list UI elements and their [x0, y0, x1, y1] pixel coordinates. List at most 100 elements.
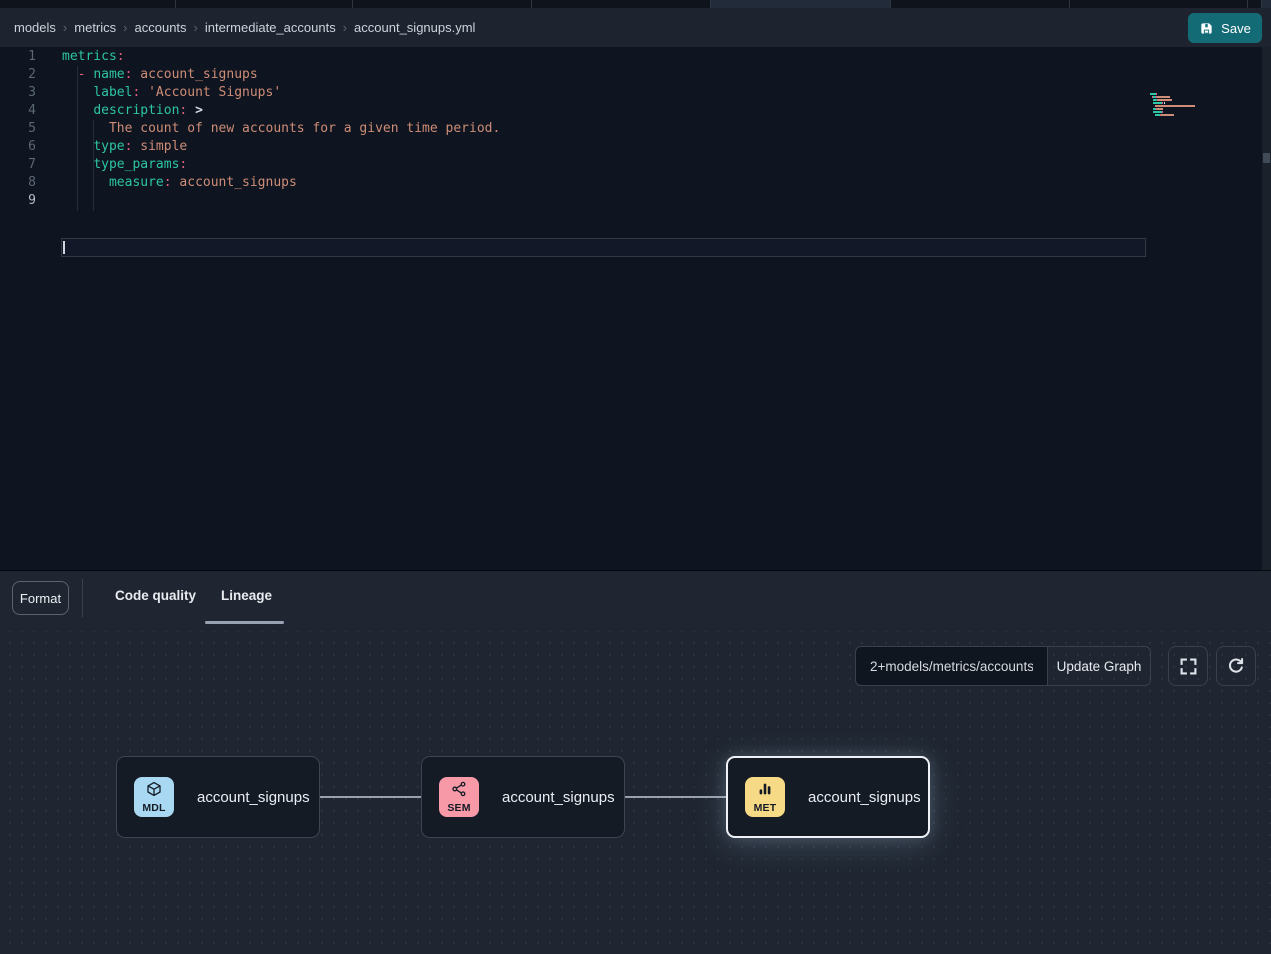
line-number: 5: [0, 120, 36, 138]
editor-tab[interactable]: [1070, 0, 1248, 8]
breadcrumb-item[interactable]: models: [14, 20, 56, 35]
minimap-token: [1157, 96, 1170, 98]
editor-tab[interactable]: [353, 0, 532, 8]
line-number: 6: [0, 138, 36, 156]
code-text: The count of new accounts for a given ti…: [62, 120, 500, 138]
lineage-node-sem[interactable]: SEM account_signups: [421, 756, 625, 838]
editor-tab-active[interactable]: [711, 0, 891, 8]
breadcrumb-item[interactable]: metrics: [74, 20, 116, 35]
share-icon: [451, 781, 467, 802]
lineage-edge: [625, 796, 727, 798]
format-button[interactable]: Format: [12, 581, 69, 615]
minimap-token: [1158, 99, 1172, 101]
line-number: 7: [0, 156, 36, 174]
line-number: 2: [0, 66, 36, 84]
code-text: description: >: [62, 102, 203, 120]
lineage-node-mdl[interactable]: MDL account_signups: [116, 756, 320, 838]
code-text: type_params:: [62, 156, 187, 174]
code-line[interactable]: 2 - name: account_signups: [0, 66, 1262, 84]
node-label: account_signups: [197, 789, 310, 806]
save-button[interactable]: Save: [1188, 13, 1262, 43]
minimap-token: [1153, 111, 1162, 113]
editor-tab[interactable]: [1248, 0, 1262, 8]
line-number: 4: [0, 102, 36, 120]
editor-tab[interactable]: [532, 0, 711, 8]
code-text: label: 'Account Signups': [62, 84, 281, 102]
active-tab-underline: [205, 621, 284, 624]
minimap-token: [1153, 102, 1162, 104]
node-badge-sem: SEM: [439, 777, 479, 817]
code-line[interactable]: 1 metrics:: [0, 48, 1262, 66]
line-number: 9: [0, 192, 36, 210]
code-text: measure: account_signups: [62, 174, 297, 192]
code-editor[interactable]: 1metrics:2 - name: account_signups3 labe…: [0, 47, 1262, 570]
node-badge-mdl: MDL: [134, 777, 174, 817]
breadcrumb: models › metrics › accounts › intermediate_acc…: [14, 8, 475, 47]
refresh-icon: [1227, 657, 1245, 675]
line-number: 8: [0, 174, 36, 192]
minimap-token: [1164, 102, 1165, 104]
node-label: account_signups: [808, 789, 921, 806]
code-line[interactable]: 6 type: simple: [0, 138, 1262, 156]
minimap-token: [1161, 114, 1174, 116]
refresh-button[interactable]: [1216, 646, 1256, 686]
minimap-token: [1156, 93, 1157, 95]
breadcrumb-separator-icon: ›: [194, 20, 198, 35]
editor-scrollbar[interactable]: [1262, 47, 1271, 570]
minimap-token: [1162, 111, 1163, 113]
lineage-canvas[interactable]: Update Graph MDL account_signups SEM accoun…: [0, 631, 1271, 954]
ide-window: models › metrics › accounts › intermediate_acc…: [0, 0, 1271, 954]
fullscreen-icon: [1180, 658, 1197, 675]
cube-icon: [146, 781, 162, 802]
file-header-bar: models › metrics › accounts › intermediate_acc…: [0, 8, 1271, 47]
code-line[interactable]: 8 measure: account_signups: [0, 174, 1262, 192]
minimap-token: [1157, 108, 1163, 110]
code-text: type: simple: [62, 138, 187, 156]
breadcrumb-separator-icon: ›: [343, 20, 347, 35]
code-text: - name: account_signups: [62, 66, 258, 84]
node-badge-label: MET: [754, 803, 777, 814]
breadcrumb-item[interactable]: intermediate_accounts: [205, 20, 336, 35]
tab-code-quality[interactable]: Code quality: [115, 588, 196, 603]
lineage-filter-input[interactable]: [855, 646, 1047, 686]
panel-divider: [82, 579, 83, 617]
code-line[interactable]: 7 type_params:: [0, 156, 1262, 174]
bottom-panel: Format Code quality Lineage Update Graph: [0, 570, 1271, 954]
line-number: 1: [0, 48, 36, 66]
breadcrumb-separator-icon: ›: [63, 20, 67, 35]
breadcrumb-item[interactable]: accounts: [135, 20, 187, 35]
node-badge-met: MET: [745, 777, 785, 817]
fullscreen-button[interactable]: [1168, 646, 1208, 686]
code-text: metrics:: [62, 48, 125, 66]
breadcrumb-item[interactable]: account_signups.yml: [354, 20, 475, 35]
editor-tab[interactable]: [0, 0, 176, 8]
indent-guide: [77, 66, 78, 211]
update-graph-button[interactable]: Update Graph: [1047, 646, 1151, 686]
editor-tab-strip: [0, 0, 1271, 8]
minimap-token: [1155, 105, 1195, 107]
save-button-label: Save: [1221, 21, 1251, 36]
editor-tab: [1262, 0, 1271, 8]
code-line[interactable]: 5 The count of new accounts for a given …: [0, 120, 1262, 138]
code-line[interactable]: 4 description: >: [0, 102, 1262, 120]
code-line[interactable]: 9: [0, 192, 1262, 210]
code-line[interactable]: 3 label: 'Account Signups': [0, 84, 1262, 102]
indent-guide: [93, 120, 94, 211]
editor-minimap[interactable]: [1150, 93, 1250, 123]
tab-lineage[interactable]: Lineage: [221, 588, 272, 603]
breadcrumb-separator-icon: ›: [123, 20, 127, 35]
editor-tab[interactable]: [176, 0, 353, 8]
node-badge-label: SEM: [447, 803, 470, 814]
text-cursor: [63, 241, 65, 254]
line-number: 3: [0, 84, 36, 102]
save-floppy-icon: [1199, 21, 1214, 36]
node-badge-label: MDL: [142, 803, 165, 814]
editor-scrollbar-thumb[interactable]: [1263, 153, 1270, 163]
chart-icon: [757, 781, 773, 802]
editor-tab[interactable]: [891, 0, 1070, 8]
lineage-edge: [320, 796, 421, 798]
lineage-node-met[interactable]: MET account_signups: [726, 756, 930, 838]
node-label: account_signups: [502, 789, 615, 806]
current-line-highlight: [61, 238, 1146, 257]
lineage-filter-group: Update Graph: [855, 646, 1151, 686]
